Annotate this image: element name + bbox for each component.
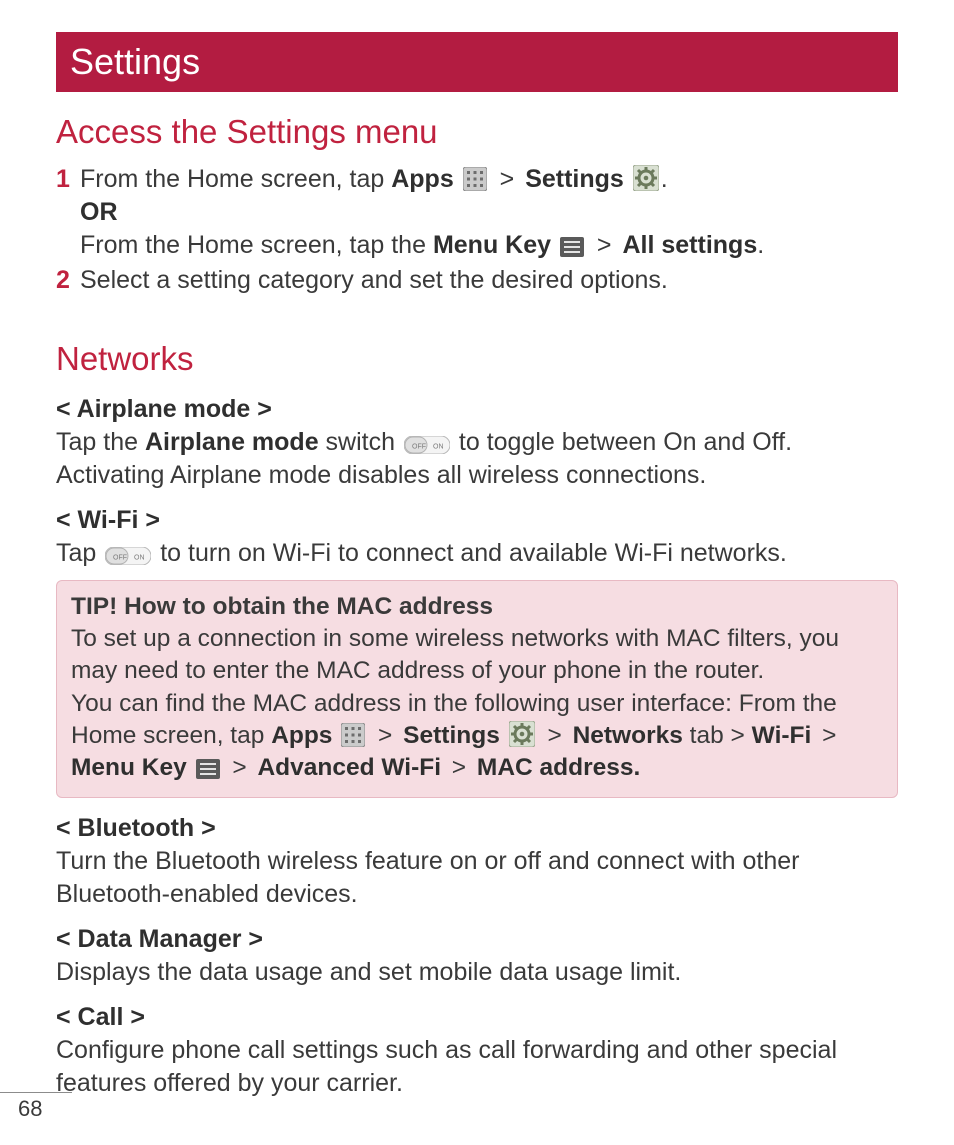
separator: > [371, 722, 399, 749]
apps-label: Apps [271, 722, 332, 749]
tip-title: TIP! How to obtain the MAC address [71, 591, 883, 623]
text: switch [319, 428, 402, 456]
switch-icon [404, 436, 450, 454]
text: . [757, 231, 764, 259]
data-manager-text: Displays the data usage and set mobile d… [56, 956, 898, 989]
step-1: 1 From the Home screen, tap Apps > Setti… [56, 163, 898, 262]
subsection-wifi: < Wi-Fi > [56, 504, 898, 537]
text: From the Home screen, tap the [80, 231, 433, 259]
settings-label: Settings [525, 165, 624, 193]
steps-list: 1 From the Home screen, tap Apps > Setti… [56, 163, 898, 297]
tip-box: TIP! How to obtain the MAC address To se… [56, 580, 898, 798]
apps-label: Apps [391, 165, 454, 193]
settings-label: Settings [403, 722, 500, 749]
text: tab > [683, 722, 752, 749]
subsection-data-manager: < Data Manager > [56, 923, 898, 956]
call-text: Configure phone call settings such as ca… [56, 1034, 898, 1100]
menu-key-label: Menu Key [71, 754, 187, 781]
step-number: 1 [56, 163, 80, 196]
text: From the Home screen, tap [80, 165, 391, 193]
all-settings-label: All settings [622, 231, 757, 259]
apps-icon [341, 723, 365, 747]
wifi-label: Wi-Fi [752, 722, 812, 749]
apps-icon [463, 167, 487, 191]
advanced-wifi-label: Advanced Wi-Fi [257, 754, 441, 781]
separator: > [541, 722, 569, 749]
tip-line: To set up a connection in some wireless … [71, 623, 883, 688]
switch-icon [105, 547, 151, 565]
separator: > [815, 722, 836, 749]
mac-address-label: MAC address. [477, 754, 640, 781]
gear-icon [509, 721, 535, 747]
step-2: 2 Select a setting category and set the … [56, 264, 898, 297]
bluetooth-text: Turn the Bluetooth wireless feature on o… [56, 845, 898, 911]
separator: > [493, 165, 522, 193]
step-body: Select a setting category and set the de… [80, 264, 898, 297]
menu-key-label: Menu Key [433, 231, 551, 259]
separator: > [590, 231, 619, 259]
text: to turn on Wi-Fi to connect and availabl… [153, 539, 787, 567]
text: Tap [56, 539, 103, 567]
separator: > [445, 754, 473, 781]
menu-icon [196, 759, 220, 779]
airplane-text: Tap the Airplane mode switch to toggle b… [56, 426, 898, 492]
gear-icon [633, 165, 659, 191]
step-number: 2 [56, 264, 80, 297]
subsection-airplane: < Airplane mode > [56, 393, 898, 426]
subsection-bluetooth: < Bluetooth > [56, 812, 898, 845]
text: Tap the [56, 428, 145, 456]
or-label: OR [80, 198, 118, 226]
separator: > [226, 754, 254, 781]
page-header-bar: Settings [56, 32, 898, 92]
page-header-title: Settings [70, 41, 200, 82]
tip-line: You can find the MAC address in the foll… [71, 688, 883, 785]
step-body: From the Home screen, tap Apps > Setting… [80, 163, 898, 262]
page-number: 68 [18, 1094, 42, 1123]
subsection-call: < Call > [56, 1001, 898, 1034]
networks-label: Networks [573, 722, 683, 749]
section-heading-networks: Networks [56, 337, 898, 381]
page-rule [0, 1092, 72, 1093]
menu-icon [560, 237, 584, 257]
airplane-mode-label: Airplane mode [145, 428, 319, 456]
section-heading-access: Access the Settings menu [56, 110, 898, 154]
text: . [661, 165, 668, 193]
wifi-text: Tap to turn on Wi-Fi to connect and avai… [56, 537, 898, 570]
